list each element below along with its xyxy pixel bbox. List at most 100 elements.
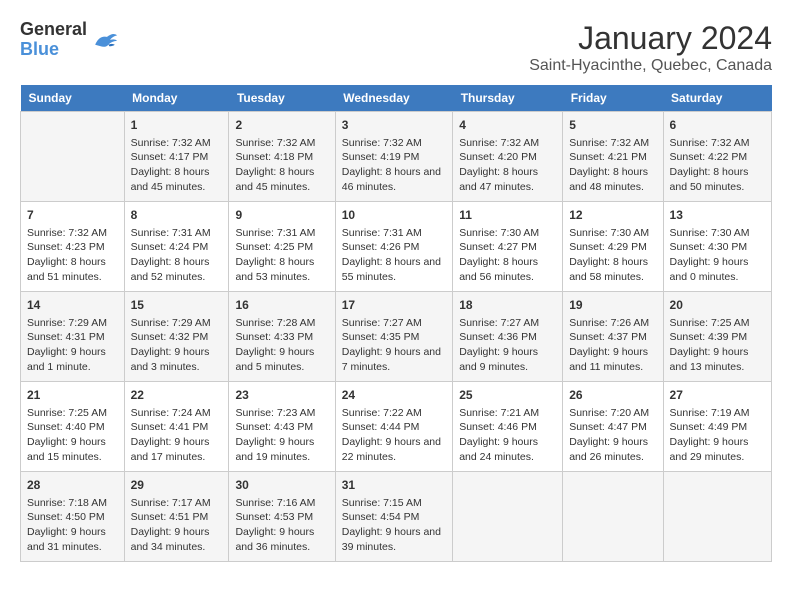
day-info: Sunrise: 7:32 AMSunset: 4:18 PMDaylight:…	[235, 136, 328, 195]
calendar-cell: 9 Sunrise: 7:31 AMSunset: 4:25 PMDaylight…	[229, 202, 335, 292]
calendar-cell: 19 Sunrise: 7:26 AMSunset: 4:37 PMDayligh…	[563, 292, 663, 382]
calendar-cell: 10Sunrise: 7:31 AMSunset: 4:26 PMDayligh…	[335, 202, 452, 292]
day-number: 2	[235, 117, 328, 134]
day-number: 29	[131, 477, 223, 494]
weekday-header-tuesday: Tuesday	[229, 85, 335, 112]
day-info: Sunrise: 7:32 AMSunset: 4:20 PMDaylight:…	[459, 136, 556, 195]
day-number: 21	[27, 387, 118, 404]
calendar-cell: 21 Sunrise: 7:25 AMSunset: 4:40 PMDayligh…	[21, 382, 125, 472]
calendar-cell	[563, 472, 663, 562]
weekday-header-saturday: Saturday	[663, 85, 771, 112]
day-number: 9	[235, 207, 328, 224]
day-info: Sunrise: 7:16 AMSunset: 4:53 PMDaylight:…	[235, 496, 328, 555]
day-number: 25	[459, 387, 556, 404]
calendar-table: SundayMondayTuesdayWednesdayThursdayFrid…	[20, 85, 772, 562]
day-number: 11	[459, 207, 556, 224]
day-info: Sunrise: 7:30 AMSunset: 4:29 PMDaylight:…	[569, 226, 656, 285]
day-number: 13	[670, 207, 765, 224]
day-number: 8	[131, 207, 223, 224]
day-number: 18	[459, 297, 556, 314]
logo: General Blue	[20, 20, 119, 60]
day-info: Sunrise: 7:31 AMSunset: 4:24 PMDaylight:…	[131, 226, 223, 285]
calendar-week-row: 7 Sunrise: 7:32 AMSunset: 4:23 PMDaylight…	[21, 202, 772, 292]
calendar-week-row: 21 Sunrise: 7:25 AMSunset: 4:40 PMDayligh…	[21, 382, 772, 472]
weekday-header-wednesday: Wednesday	[335, 85, 452, 112]
day-number: 5	[569, 117, 656, 134]
calendar-cell: 7 Sunrise: 7:32 AMSunset: 4:23 PMDaylight…	[21, 202, 125, 292]
logo-blue: Blue	[20, 40, 87, 60]
calendar-cell: 29 Sunrise: 7:17 AMSunset: 4:51 PMDayligh…	[124, 472, 229, 562]
day-info: Sunrise: 7:22 AMSunset: 4:44 PMDaylight:…	[342, 406, 446, 465]
calendar-cell: 31Sunrise: 7:15 AMSunset: 4:54 PMDayligh…	[335, 472, 452, 562]
calendar-cell: 27 Sunrise: 7:19 AMSunset: 4:49 PMDayligh…	[663, 382, 771, 472]
weekday-header-row: SundayMondayTuesdayWednesdayThursdayFrid…	[21, 85, 772, 112]
calendar-cell: 4 Sunrise: 7:32 AMSunset: 4:20 PMDaylight…	[453, 112, 563, 202]
calendar-cell: 1Sunrise: 7:32 AMSunset: 4:17 PMDaylight…	[124, 112, 229, 202]
calendar-cell: 20 Sunrise: 7:25 AMSunset: 4:39 PMDayligh…	[663, 292, 771, 382]
day-info: Sunrise: 7:24 AMSunset: 4:41 PMDaylight:…	[131, 406, 223, 465]
day-info: Sunrise: 7:31 AMSunset: 4:25 PMDaylight:…	[235, 226, 328, 285]
day-info: Sunrise: 7:27 AMSunset: 4:36 PMDaylight:…	[459, 316, 556, 375]
weekday-header-sunday: Sunday	[21, 85, 125, 112]
page-subtitle: Saint-Hyacinthe, Quebec, Canada	[529, 57, 772, 75]
calendar-cell: 24 Sunrise: 7:22 AMSunset: 4:44 PMDayligh…	[335, 382, 452, 472]
day-number: 16	[235, 297, 328, 314]
calendar-cell: 13 Sunrise: 7:30 AMSunset: 4:30 PMDayligh…	[663, 202, 771, 292]
day-number: 17	[342, 297, 446, 314]
calendar-cell: 14 Sunrise: 7:29 AMSunset: 4:31 PMDayligh…	[21, 292, 125, 382]
calendar-cell: 8 Sunrise: 7:31 AMSunset: 4:24 PMDaylight…	[124, 202, 229, 292]
day-info: Sunrise: 7:15 AMSunset: 4:54 PMDaylight:…	[342, 496, 446, 555]
day-number: 15	[131, 297, 223, 314]
calendar-cell	[453, 472, 563, 562]
calendar-cell	[663, 472, 771, 562]
logo-bird-icon	[91, 29, 119, 51]
day-number: 28	[27, 477, 118, 494]
calendar-cell: 11Sunrise: 7:30 AMSunset: 4:27 PMDayligh…	[453, 202, 563, 292]
weekday-header-thursday: Thursday	[453, 85, 563, 112]
calendar-cell: 17 Sunrise: 7:27 AMSunset: 4:35 PMDayligh…	[335, 292, 452, 382]
day-info: Sunrise: 7:32 AMSunset: 4:17 PMDaylight:…	[131, 136, 223, 195]
day-info: Sunrise: 7:21 AMSunset: 4:46 PMDaylight:…	[459, 406, 556, 465]
day-info: Sunrise: 7:29 AMSunset: 4:31 PMDaylight:…	[27, 316, 118, 375]
day-number: 14	[27, 297, 118, 314]
day-number: 26	[569, 387, 656, 404]
day-number: 4	[459, 117, 556, 134]
day-info: Sunrise: 7:20 AMSunset: 4:47 PMDaylight:…	[569, 406, 656, 465]
day-info: Sunrise: 7:26 AMSunset: 4:37 PMDaylight:…	[569, 316, 656, 375]
calendar-cell: 16Sunrise: 7:28 AMSunset: 4:33 PMDayligh…	[229, 292, 335, 382]
weekday-header-friday: Friday	[563, 85, 663, 112]
calendar-cell: 2 Sunrise: 7:32 AMSunset: 4:18 PMDaylight…	[229, 112, 335, 202]
calendar-cell: 28 Sunrise: 7:18 AMSunset: 4:50 PMDayligh…	[21, 472, 125, 562]
day-info: Sunrise: 7:25 AMSunset: 4:39 PMDaylight:…	[670, 316, 765, 375]
day-number: 3	[342, 117, 446, 134]
day-info: Sunrise: 7:32 AMSunset: 4:22 PMDaylight:…	[670, 136, 765, 195]
day-info: Sunrise: 7:31 AMSunset: 4:26 PMDaylight:…	[342, 226, 446, 285]
day-number: 12	[569, 207, 656, 224]
day-info: Sunrise: 7:17 AMSunset: 4:51 PMDaylight:…	[131, 496, 223, 555]
page-title: January 2024	[529, 20, 772, 57]
day-info: Sunrise: 7:19 AMSunset: 4:49 PMDaylight:…	[670, 406, 765, 465]
calendar-cell	[21, 112, 125, 202]
page-header: General Blue January 2024 Saint-Hyacinth…	[20, 20, 772, 75]
calendar-cell: 18 Sunrise: 7:27 AMSunset: 4:36 PMDayligh…	[453, 292, 563, 382]
day-number: 30	[235, 477, 328, 494]
calendar-cell: 12 Sunrise: 7:30 AMSunset: 4:29 PMDayligh…	[563, 202, 663, 292]
day-info: Sunrise: 7:32 AMSunset: 4:23 PMDaylight:…	[27, 226, 118, 285]
day-number: 20	[670, 297, 765, 314]
day-info: Sunrise: 7:30 AMSunset: 4:30 PMDaylight:…	[670, 226, 765, 285]
day-info: Sunrise: 7:25 AMSunset: 4:40 PMDaylight:…	[27, 406, 118, 465]
day-number: 22	[131, 387, 223, 404]
day-number: 24	[342, 387, 446, 404]
calendar-cell: 3Sunrise: 7:32 AMSunset: 4:19 PMDaylight…	[335, 112, 452, 202]
day-number: 27	[670, 387, 765, 404]
day-number: 6	[670, 117, 765, 134]
calendar-cell: 5Sunrise: 7:32 AMSunset: 4:21 PMDaylight…	[563, 112, 663, 202]
day-number: 19	[569, 297, 656, 314]
day-number: 23	[235, 387, 328, 404]
day-info: Sunrise: 7:18 AMSunset: 4:50 PMDaylight:…	[27, 496, 118, 555]
calendar-cell: 22 Sunrise: 7:24 AMSunset: 4:41 PMDayligh…	[124, 382, 229, 472]
day-info: Sunrise: 7:23 AMSunset: 4:43 PMDaylight:…	[235, 406, 328, 465]
calendar-week-row: 14 Sunrise: 7:29 AMSunset: 4:31 PMDayligh…	[21, 292, 772, 382]
day-info: Sunrise: 7:27 AMSunset: 4:35 PMDaylight:…	[342, 316, 446, 375]
day-number: 7	[27, 207, 118, 224]
